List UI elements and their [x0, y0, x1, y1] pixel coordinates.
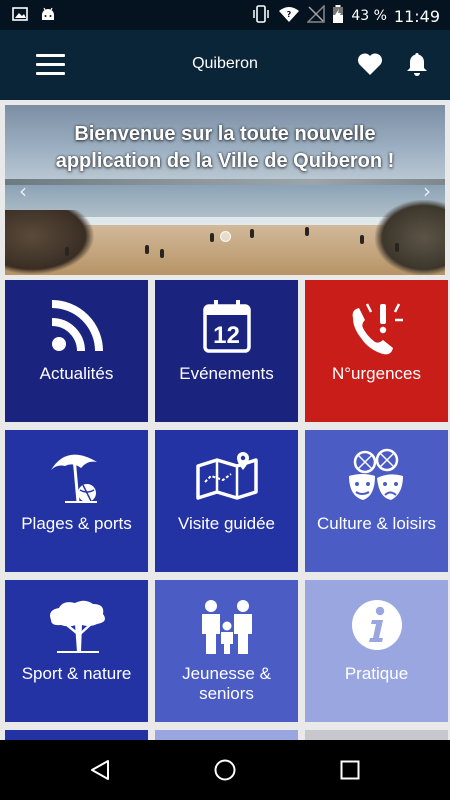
heart-icon[interactable] — [357, 52, 383, 78]
beach-person — [210, 233, 214, 242]
tile-label: Actualités — [39, 364, 114, 383]
bell-icon[interactable] — [405, 51, 429, 79]
recents-square-icon[interactable] — [338, 758, 362, 786]
tile-evenements[interactable]: 12 Evénements — [155, 280, 298, 422]
home-circle-icon[interactable] — [213, 758, 237, 786]
beach-person — [305, 227, 309, 236]
beach-person — [250, 229, 254, 238]
banner-rocks-left — [5, 210, 95, 275]
beach-umbrella-icon — [5, 448, 148, 508]
app-bar: Quiberon — [0, 30, 450, 100]
vibrate-icon — [251, 5, 271, 27]
map-icon — [155, 448, 298, 508]
calendar-icon: 12 — [155, 298, 298, 358]
battery-charging-icon — [332, 5, 344, 27]
theater-masks-icon — [305, 448, 448, 508]
rss-icon — [5, 298, 148, 358]
tile-pratique[interactable]: Pratique — [305, 580, 448, 722]
tree-icon — [5, 598, 148, 658]
tile-label: Visite guidée — [177, 514, 276, 533]
tile-culture-loisirs[interactable]: Culture & loisirs — [305, 430, 448, 572]
tile-label: Pratique — [344, 664, 409, 683]
banner-rocks-right — [375, 200, 445, 275]
carousel-dot[interactable] — [220, 231, 231, 242]
back-triangle-icon[interactable] — [88, 758, 112, 786]
tile-sport-nature[interactable]: Sport & nature — [5, 580, 148, 722]
beach-person — [145, 245, 149, 254]
tile-label: Jeunesse & seniors — [182, 664, 271, 703]
info-icon — [305, 598, 448, 658]
no-signal-icon — [306, 4, 326, 27]
welcome-banner[interactable]: Bienvenue sur la toute nouvelle applicat… — [5, 105, 445, 275]
gallery-icon — [12, 6, 28, 26]
tile-label: Sport & nature — [21, 664, 132, 683]
tile-label: Culture & loisirs — [316, 514, 437, 533]
beach-person — [360, 235, 364, 244]
tile-partial[interactable] — [305, 730, 448, 740]
tile-visite-guidee[interactable]: Visite guidée — [155, 430, 298, 572]
svg-text:?: ? — [287, 10, 292, 19]
tile-label: Plages & ports — [21, 514, 132, 533]
calendar-day: 12 — [213, 322, 240, 349]
emergency-phone-icon — [305, 298, 448, 358]
banner-headline-line2: application de la Ville de Quiberon ! — [55, 150, 395, 172]
tile-jeunesse-seniors[interactable]: Jeunesse & seniors — [155, 580, 298, 722]
banner-headline: Bienvenue sur la toute nouvelle applicat… — [5, 121, 445, 175]
beach-person — [160, 249, 164, 258]
chevron-left-icon[interactable]: ‹ — [19, 179, 27, 203]
status-bar: ? 43 % 11:49 — [0, 0, 450, 30]
tile-urgences[interactable]: N°urgences — [305, 280, 448, 422]
tile-label: N°urgences — [331, 364, 421, 383]
tile-partial[interactable] — [155, 730, 298, 740]
battery-percent: 43 % — [351, 8, 387, 24]
banner-headline-line1: Bienvenue sur la toute nouvelle — [74, 123, 376, 145]
wifi-icon: ? — [278, 5, 300, 27]
tile-plages-ports[interactable]: Plages & ports — [5, 430, 148, 572]
chevron-right-icon[interactable]: › — [423, 179, 431, 203]
tile-actualites[interactable]: Actualités — [5, 280, 148, 422]
beach-person — [395, 243, 399, 252]
tile-label: Evénements — [179, 364, 274, 383]
family-icon — [155, 598, 298, 658]
tile-partial[interactable] — [5, 730, 148, 740]
system-nav-bar — [0, 740, 450, 800]
android-icon — [40, 6, 56, 26]
clock: 11:49 — [393, 6, 440, 26]
beach-person — [65, 247, 69, 256]
